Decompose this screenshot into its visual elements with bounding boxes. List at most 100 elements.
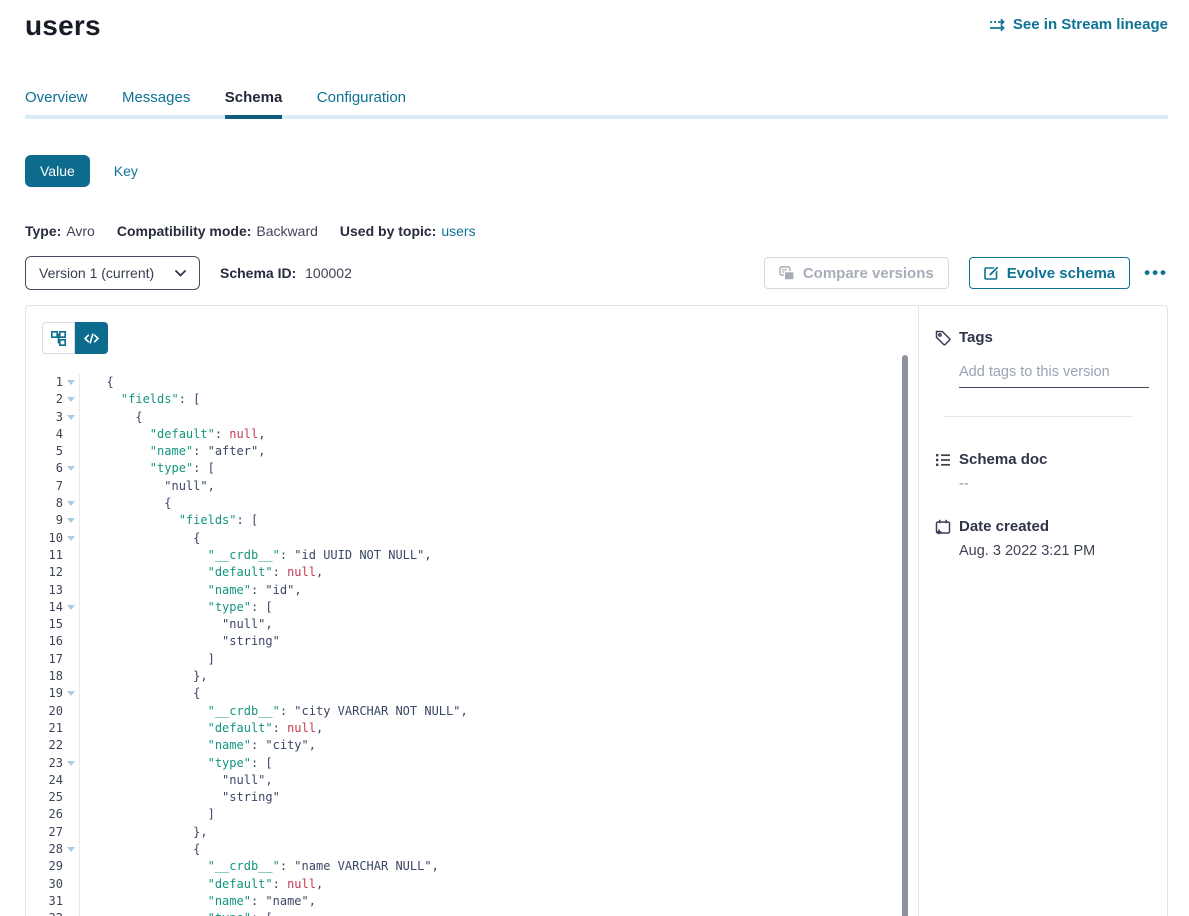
tab-schema[interactable]: Schema <box>225 89 283 119</box>
tab-bar: Overview Messages Schema Configuration <box>25 89 1168 119</box>
code-text: "default": null, <box>80 876 323 893</box>
fold-toggle-icon[interactable] <box>63 409 80 426</box>
fold-gutter <box>63 616 80 633</box>
used-by-topic-label: Used by topic: <box>340 223 436 239</box>
editor-scrollbar[interactable] <box>902 355 908 916</box>
fold-gutter <box>63 893 80 910</box>
version-controls-row: Version 1 (current) Schema ID: 100002 <box>25 256 1168 290</box>
fold-gutter <box>63 703 80 720</box>
code-text: { <box>80 374 114 391</box>
line-number: 26 <box>26 806 63 823</box>
code-line: 6 "type": [ <box>26 460 918 477</box>
compare-versions-icon <box>779 266 795 281</box>
code-text: ] <box>80 651 215 668</box>
fold-gutter <box>63 876 80 893</box>
fold-gutter <box>63 720 80 737</box>
line-number: 29 <box>26 858 63 875</box>
compatibility-label: Compatibility mode: <box>117 223 252 239</box>
used-by-topic-link[interactable]: users <box>441 223 475 239</box>
key-toggle-link[interactable]: Key <box>114 163 138 179</box>
line-number: 2 <box>26 391 63 408</box>
schema-editor: 1 {2 "fields": [3 {4 "default": null,5 "… <box>26 306 919 916</box>
code-line: 27 }, <box>26 824 918 841</box>
value-toggle-button[interactable]: Value <box>25 155 90 187</box>
fold-toggle-icon[interactable] <box>63 495 80 512</box>
fold-toggle-icon[interactable] <box>63 685 80 702</box>
code-view-button[interactable] <box>75 322 108 354</box>
compatibility-value: Backward <box>256 223 317 239</box>
tab-overview[interactable]: Overview <box>25 89 88 115</box>
code-text: "type": [ <box>80 460 215 477</box>
code-text: }, <box>80 824 208 841</box>
code-text: "string" <box>80 789 280 806</box>
code-line: 10 { <box>26 530 918 547</box>
date-created-heading-label: Date created <box>959 518 1049 535</box>
code-line: 31 "name": "name", <box>26 893 918 910</box>
code-line: 32 "type": [ <box>26 910 918 916</box>
schema-id-label: Schema ID: <box>220 265 296 281</box>
line-number: 6 <box>26 460 63 477</box>
line-number: 32 <box>26 910 63 916</box>
compare-versions-label: Compare versions <box>803 265 934 282</box>
schema-sidebar: Tags Schema do <box>919 306 1167 916</box>
page-title: users <box>25 10 101 42</box>
fold-gutter <box>63 651 80 668</box>
fold-gutter <box>63 633 80 650</box>
line-number: 16 <box>26 633 63 650</box>
code-line: 19 { <box>26 685 918 702</box>
code-line: 14 "type": [ <box>26 599 918 616</box>
code-content[interactable]: 1 {2 "fields": [3 {4 "default": null,5 "… <box>26 374 918 916</box>
add-tags-input[interactable] <box>959 364 1149 388</box>
line-number: 22 <box>26 737 63 754</box>
code-text: "type": [ <box>80 910 273 916</box>
code-line: 16 "string" <box>26 633 918 650</box>
version-select-value: Version 1 (current) <box>39 265 154 281</box>
code-line: 13 "name": "id", <box>26 582 918 599</box>
code-line: 1 { <box>26 374 918 391</box>
fold-toggle-icon[interactable] <box>63 755 80 772</box>
editor-view-toggle <box>42 322 108 354</box>
evolve-schema-icon <box>984 266 999 280</box>
fold-toggle-icon[interactable] <box>63 512 80 529</box>
code-text: "__crdb__": "city VARCHAR NOT NULL", <box>80 703 468 720</box>
tab-configuration[interactable]: Configuration <box>317 89 406 115</box>
line-number: 10 <box>26 530 63 547</box>
code-line: 2 "fields": [ <box>26 391 918 408</box>
code-line: 26 ] <box>26 806 918 823</box>
fold-toggle-icon[interactable] <box>63 530 80 547</box>
code-text: "name": "after", <box>80 443 265 460</box>
line-number: 27 <box>26 824 63 841</box>
code-text: ] <box>80 806 215 823</box>
fold-gutter <box>63 564 80 581</box>
value-key-toggle: Value Key <box>25 155 1168 187</box>
line-number: 5 <box>26 443 63 460</box>
evolve-schema-button[interactable]: Evolve schema <box>969 257 1130 289</box>
date-created-value: Aug. 3 2022 3:21 PM <box>959 543 1151 559</box>
calendar-plus-icon <box>935 519 951 535</box>
more-actions-button[interactable]: ••• <box>1144 257 1168 289</box>
code-view-icon <box>84 333 99 344</box>
list-icon <box>935 452 951 468</box>
code-line: 18 }, <box>26 668 918 685</box>
fold-toggle-icon[interactable] <box>63 599 80 616</box>
fold-toggle-icon[interactable] <box>63 910 80 916</box>
fold-toggle-icon[interactable] <box>63 460 80 477</box>
schema-page: users See in Stream lineage Overview Mes… <box>0 0 1189 916</box>
fold-toggle-icon[interactable] <box>63 374 80 391</box>
code-line: 25 "string" <box>26 789 918 806</box>
type-label: Type: <box>25 223 61 239</box>
version-select[interactable]: Version 1 (current) <box>25 256 200 290</box>
tab-messages[interactable]: Messages <box>122 89 190 115</box>
fold-toggle-icon[interactable] <box>63 841 80 858</box>
compare-versions-button[interactable]: Compare versions <box>764 257 949 289</box>
schema-doc-heading-label: Schema doc <box>959 451 1047 468</box>
stream-lineage-link[interactable]: See in Stream lineage <box>989 16 1168 33</box>
stream-lineage-icon <box>989 17 1006 33</box>
code-line: 22 "name": "city", <box>26 737 918 754</box>
code-text: "null", <box>80 478 215 495</box>
fold-toggle-icon[interactable] <box>63 391 80 408</box>
fold-gutter <box>63 858 80 875</box>
schema-id-value: 100002 <box>305 265 352 281</box>
line-number: 24 <box>26 772 63 789</box>
tree-view-button[interactable] <box>42 322 75 354</box>
